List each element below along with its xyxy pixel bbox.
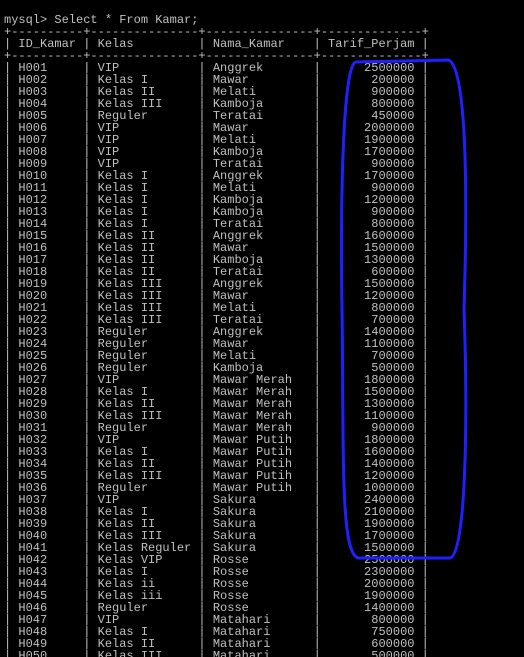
mysql-terminal: mysql> Select * From Kamar; +----------+… bbox=[0, 12, 524, 657]
